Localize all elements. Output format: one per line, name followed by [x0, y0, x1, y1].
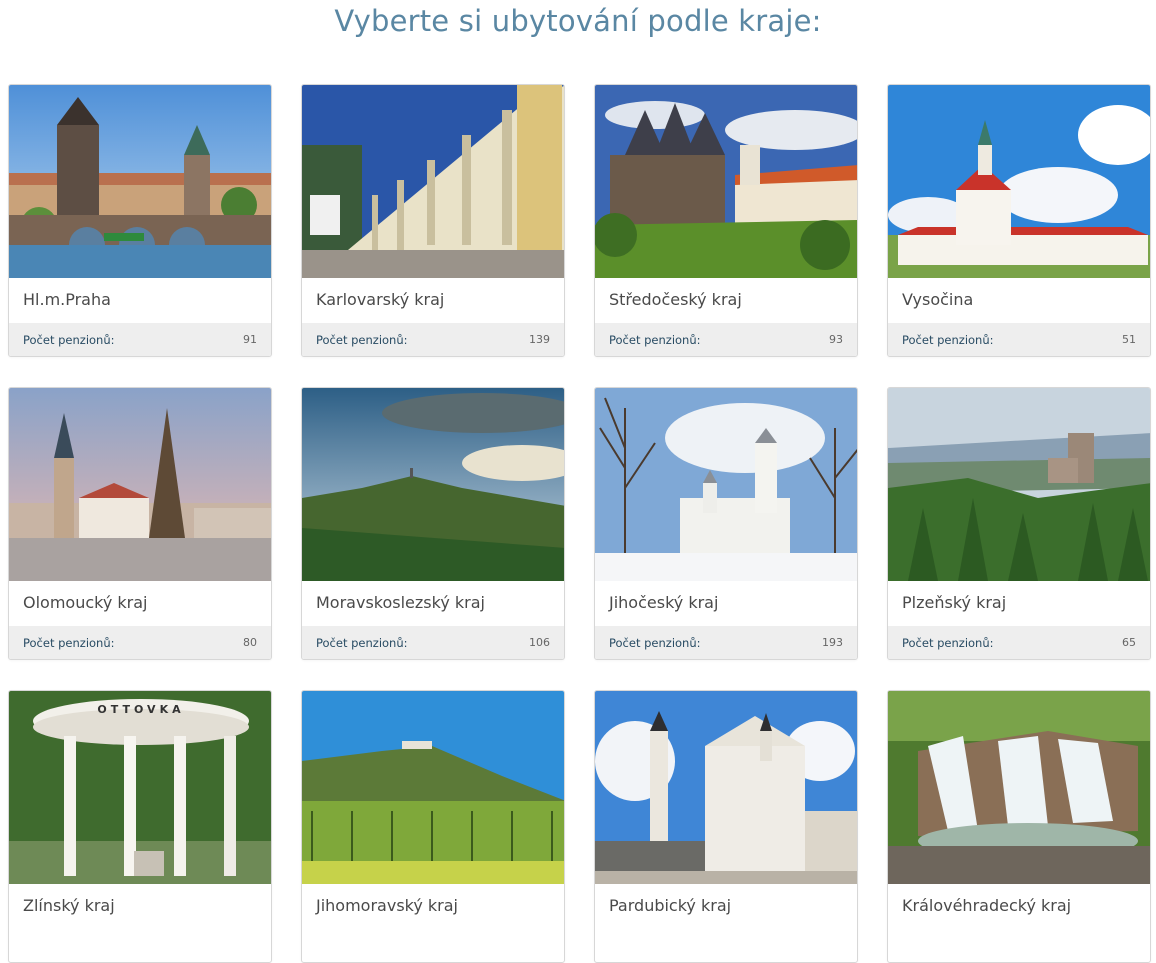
region-name[interactable]: Jihomoravský kraj	[302, 884, 564, 929]
count-label: Počet penzionů:	[316, 635, 408, 650]
count-label: Počet penzionů:	[609, 332, 701, 347]
region-card-kralovehradecky[interactable]: Královéhradecký kraj	[887, 690, 1151, 963]
region-photo[interactable]	[9, 85, 271, 278]
region-photo[interactable]	[595, 691, 857, 884]
region-card-praha[interactable]: Hl.m.Praha Počet penzionů: 91	[8, 84, 272, 357]
count-value: 106	[529, 636, 550, 649]
page-heading: Vyberte si ubytování podle kraje:	[334, 4, 822, 38]
region-name[interactable]: Jihočeský kraj	[595, 581, 857, 626]
region-name[interactable]: Pardubický kraj	[595, 884, 857, 929]
colonnade-sign: OTTOVKA	[97, 703, 184, 716]
region-photo[interactable]	[888, 691, 1150, 884]
region-card-olomoucky[interactable]: Olomoucký kraj Počet penzionů: 80	[8, 387, 272, 660]
region-photo[interactable]	[302, 388, 564, 581]
count-label: Počet penzionů:	[23, 635, 115, 650]
region-photo[interactable]	[9, 388, 271, 581]
count-value: 80	[243, 636, 257, 649]
region-photo[interactable]	[888, 388, 1150, 581]
region-name[interactable]: Vysočina	[888, 278, 1150, 323]
region-card-stredocesky[interactable]: Středočeský kraj Počet penzionů: 93	[594, 84, 858, 357]
region-name[interactable]: Plzeňský kraj	[888, 581, 1150, 626]
count-label: Počet penzionů:	[316, 332, 408, 347]
count-value: 139	[529, 333, 550, 346]
region-name[interactable]: Středočeský kraj	[595, 278, 857, 323]
region-card-karlovarsky[interactable]: Karlovarský kraj Počet penzionů: 139	[301, 84, 565, 357]
region-photo[interactable]	[302, 85, 564, 278]
region-card-pardubicky[interactable]: Pardubický kraj	[594, 690, 858, 963]
region-card-jihomoravsky[interactable]: Jihomoravský kraj	[301, 690, 565, 963]
region-stats: Počet penzionů: 80	[9, 626, 271, 659]
region-card-vysocina[interactable]: Vysočina Počet penzionů: 51	[887, 84, 1151, 357]
region-name[interactable]: Zlínský kraj	[9, 884, 271, 929]
region-name[interactable]: Moravskoslezský kraj	[302, 581, 564, 626]
region-name[interactable]: Královéhradecký kraj	[888, 884, 1150, 929]
region-stats: Počet penzionů: 139	[302, 323, 564, 356]
region-photo[interactable]	[595, 85, 857, 278]
region-stats: Počet penzionů: 91	[9, 323, 271, 356]
region-photo[interactable]	[888, 85, 1150, 278]
region-stats: Počet penzionů: 65	[888, 626, 1150, 659]
count-value: 65	[1122, 636, 1136, 649]
region-stats: Počet penzionů: 93	[595, 323, 857, 356]
region-photo[interactable]	[595, 388, 857, 581]
region-grid: Hl.m.Praha Počet penzionů: 91 Karlovarsk…	[8, 84, 1151, 963]
count-label: Počet penzionů:	[23, 332, 115, 347]
region-card-moravskoslezsky[interactable]: Moravskoslezský kraj Počet penzionů: 106	[301, 387, 565, 660]
count-value: 193	[822, 636, 843, 649]
count-label: Počet penzionů:	[902, 635, 994, 650]
region-name[interactable]: Olomoucký kraj	[9, 581, 271, 626]
region-stats: Počet penzionů: 193	[595, 626, 857, 659]
region-name[interactable]: Karlovarský kraj	[302, 278, 564, 323]
region-photo[interactable]: OTTOVKA	[9, 691, 271, 884]
region-name[interactable]: Hl.m.Praha	[9, 278, 271, 323]
count-label: Počet penzionů:	[902, 332, 994, 347]
count-label: Počet penzionů:	[609, 635, 701, 650]
region-stats: Počet penzionů: 51	[888, 323, 1150, 356]
region-stats: Počet penzionů: 106	[302, 626, 564, 659]
count-value: 91	[243, 333, 257, 346]
region-card-plzensky[interactable]: Plzeňský kraj Počet penzionů: 65	[887, 387, 1151, 660]
count-value: 93	[829, 333, 843, 346]
region-photo[interactable]	[302, 691, 564, 884]
region-card-zlinsky[interactable]: OTTOVKA Zlínský kraj	[8, 690, 272, 963]
region-card-jihocesky[interactable]: Jihočeský kraj Počet penzionů: 193	[594, 387, 858, 660]
count-value: 51	[1122, 333, 1136, 346]
